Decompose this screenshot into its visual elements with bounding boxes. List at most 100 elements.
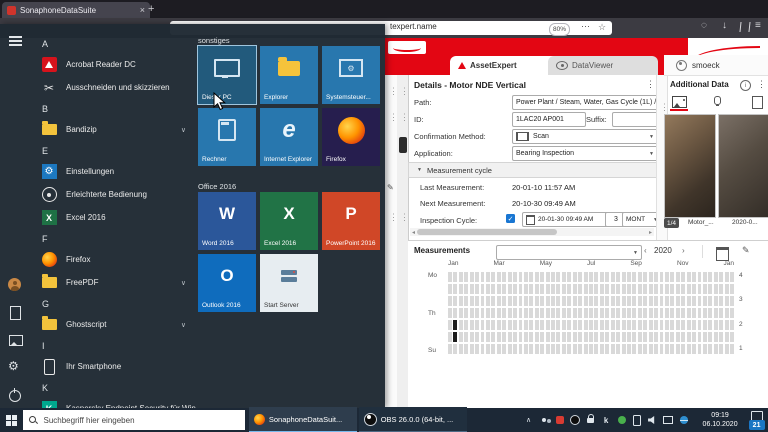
heatmap-cell[interactable]	[556, 284, 560, 294]
heatmap-cell[interactable]	[681, 284, 685, 294]
documents-icon[interactable]	[10, 306, 21, 320]
heatmap-cell[interactable]	[714, 320, 718, 330]
additional-menu-icon[interactable]: ⋮	[757, 79, 766, 90]
heatmap-cell[interactable]	[524, 272, 528, 282]
heatmap-cell[interactable]	[670, 296, 674, 306]
heatmap-cell[interactable]	[594, 308, 598, 318]
app-list-item[interactable]: ⚙ Einstellungen	[30, 160, 196, 183]
heatmap-cell[interactable]	[453, 296, 457, 306]
app-list-header[interactable]: K	[30, 378, 196, 397]
heatmap-cell[interactable]	[556, 332, 560, 342]
heatmap-cell[interactable]	[470, 284, 474, 294]
heatmap-cell[interactable]	[546, 296, 550, 306]
heatmap-cell[interactable]	[665, 284, 669, 294]
heatmap-cell[interactable]	[519, 272, 523, 282]
heatmap-cell[interactable]	[453, 332, 457, 342]
heatmap-cell[interactable]	[535, 272, 539, 282]
heatmap-cell[interactable]	[535, 332, 539, 342]
heatmap-cell[interactable]	[481, 284, 485, 294]
heatmap-cell[interactable]	[470, 320, 474, 330]
heatmap-cell[interactable]	[616, 320, 620, 330]
heatmap-cell[interactable]	[578, 272, 582, 282]
application-select[interactable]: Bearing Inspection ▼	[512, 146, 658, 161]
heatmap-cell[interactable]	[470, 296, 474, 306]
heatmap-cell[interactable]	[502, 272, 506, 282]
tray-speaker-icon[interactable]	[647, 414, 659, 426]
heatmap-cell[interactable]	[649, 284, 653, 294]
heatmap-cell[interactable]	[594, 332, 598, 342]
user-area[interactable]: smoeck	[664, 55, 768, 76]
tab-close-icon[interactable]: ×	[140, 5, 145, 15]
heatmap-cell[interactable]	[730, 332, 734, 342]
heatmap-cell[interactable]	[638, 308, 642, 318]
heatmap-cell[interactable]	[448, 272, 452, 282]
heatmap-cell[interactable]	[627, 320, 631, 330]
heatmap-cell[interactable]	[529, 320, 533, 330]
heatmap-cell[interactable]	[681, 332, 685, 342]
heatmap-cell[interactable]	[649, 308, 653, 318]
heatmap-cell[interactable]	[529, 332, 533, 342]
heatmap-cell[interactable]	[719, 320, 723, 330]
heatmap-cell[interactable]	[491, 272, 495, 282]
tray-phone-icon[interactable]	[631, 414, 643, 426]
heatmap-cell[interactable]	[698, 296, 702, 306]
heatmap-cell[interactable]	[481, 296, 485, 306]
heatmap-cell[interactable]	[562, 308, 566, 318]
heatmap-cell[interactable]	[681, 344, 685, 354]
heatmap-cell[interactable]	[703, 308, 707, 318]
suffix-input[interactable]	[612, 112, 658, 127]
heatmap-cell[interactable]	[584, 272, 588, 282]
heatmap-cell[interactable]	[562, 296, 566, 306]
heatmap-cell[interactable]	[448, 332, 452, 342]
menu-icon[interactable]: ≡	[755, 20, 761, 31]
heatmap-cell[interactable]	[529, 284, 533, 294]
calendar-view-icon[interactable]	[716, 247, 729, 261]
tile-outlook-2016[interactable]: O Outlook 2016	[198, 254, 256, 312]
heatmap-cell[interactable]	[486, 320, 490, 330]
heatmap-cell[interactable]	[546, 284, 550, 294]
heatmap-cell[interactable]	[654, 320, 658, 330]
heatmap-cell[interactable]	[519, 320, 523, 330]
heatmap-cell[interactable]	[703, 344, 707, 354]
heatmap-cell[interactable]	[676, 272, 680, 282]
scroll-right-icon[interactable]: ▸	[649, 229, 652, 236]
heatmap-cell[interactable]	[730, 296, 734, 306]
heatmap-cell[interactable]	[670, 272, 674, 282]
heatmap-cell[interactable]	[513, 308, 517, 318]
heatmap-cell[interactable]	[622, 308, 626, 318]
heatmap-cell[interactable]	[589, 332, 593, 342]
settings-icon[interactable]: ⚙	[8, 360, 19, 372]
heatmap-cell[interactable]	[567, 296, 571, 306]
heatmap-cell[interactable]	[448, 344, 452, 354]
heatmap-cell[interactable]	[594, 272, 598, 282]
heatmap-cell[interactable]	[519, 332, 523, 342]
heatmap-cell[interactable]	[567, 344, 571, 354]
heatmap-cell[interactable]	[649, 332, 653, 342]
hamburger-menu-icon[interactable]	[9, 36, 22, 38]
heatmap-cell[interactable]	[643, 320, 647, 330]
heatmap-cell[interactable]	[486, 272, 490, 282]
heatmap-cell[interactable]	[638, 344, 642, 354]
heatmap-cell[interactable]	[578, 344, 582, 354]
heatmap-cell[interactable]	[616, 284, 620, 294]
heatmap-cell[interactable]	[660, 344, 664, 354]
page-actions-icon[interactable]: ⋯	[581, 21, 590, 32]
heatmap-cell[interactable]	[670, 344, 674, 354]
heatmap-cell[interactable]	[703, 284, 707, 294]
heatmap-cell[interactable]	[502, 284, 506, 294]
tile-explorer[interactable]: Explorer	[260, 46, 318, 104]
heatmap-cell[interactable]	[714, 308, 718, 318]
heatmap-cell[interactable]	[708, 308, 712, 318]
heatmap-cell[interactable]	[540, 308, 544, 318]
heatmap-cell[interactable]	[475, 332, 479, 342]
heatmap-cell[interactable]	[551, 308, 555, 318]
heatmap-cell[interactable]	[453, 320, 457, 330]
app-list-header[interactable]: B	[30, 99, 196, 118]
heatmap-cell[interactable]	[491, 344, 495, 354]
photo-filename-2[interactable]: 2020-0...	[732, 219, 758, 226]
app-list-header[interactable]: I	[30, 336, 196, 355]
photo-thumbnail-1[interactable]	[664, 114, 716, 218]
heatmap-cell[interactable]	[692, 296, 696, 306]
tray-lock-icon[interactable]	[585, 414, 597, 426]
heatmap-cell[interactable]	[725, 284, 729, 294]
